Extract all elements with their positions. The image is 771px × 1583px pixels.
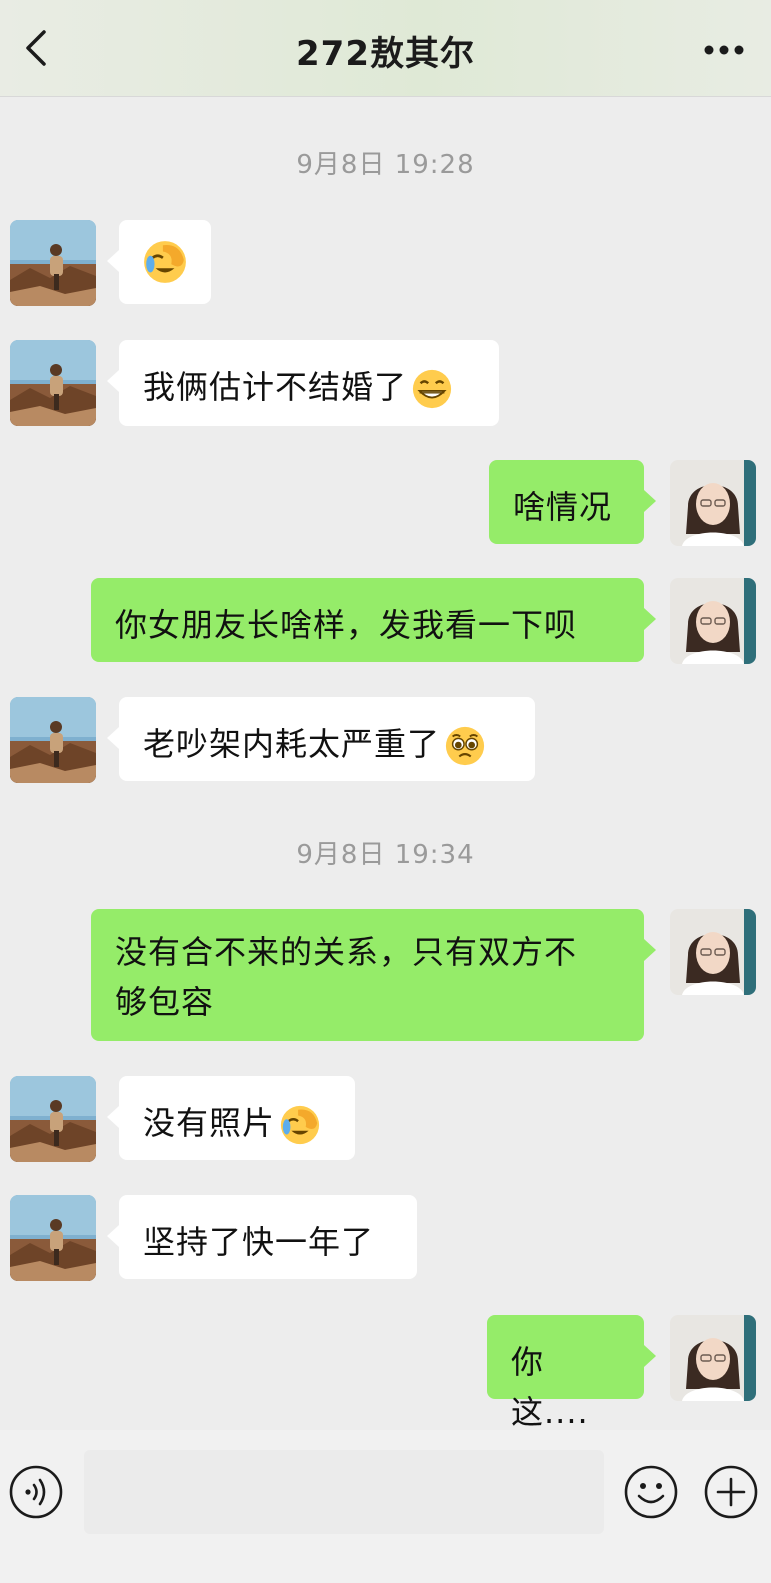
user-avatar[interactable] bbox=[670, 460, 756, 546]
message-bubble-incoming[interactable] bbox=[107, 220, 211, 304]
pleading-face-emoji bbox=[444, 725, 486, 767]
voice-icon[interactable] bbox=[8, 1464, 64, 1520]
message-text: 我俩估计不结婚了 bbox=[143, 368, 408, 406]
message-text: 你女朋友长啥样，发我看一下呗 bbox=[115, 606, 578, 644]
message-input[interactable] bbox=[84, 1450, 604, 1534]
contact-avatar[interactable] bbox=[10, 697, 96, 783]
input-bar bbox=[0, 1430, 771, 1583]
emoji-icon[interactable] bbox=[623, 1464, 679, 1520]
message-text: 你这.... bbox=[511, 1343, 589, 1431]
contact-avatar[interactable] bbox=[10, 1076, 96, 1162]
message-bubble-incoming[interactable]: 坚持了快一年了 bbox=[107, 1195, 417, 1279]
message-bubble-outgoing[interactable]: 没有合不来的关系，只有双方不 够包容 bbox=[91, 909, 656, 1041]
contact-avatar[interactable] bbox=[10, 1195, 96, 1281]
message-text: 坚持了快一年了 bbox=[143, 1223, 375, 1261]
timestamp: 9月8日 19:28 bbox=[296, 150, 475, 180]
user-avatar[interactable] bbox=[670, 1315, 756, 1401]
message-bubble-incoming[interactable]: 我俩估计不结婚了 bbox=[107, 340, 499, 426]
message-list[interactable]: 9月8日 19:28 我俩估计不结婚了 啥情况 你女朋友长啥样，发我看一下呗 老… bbox=[0, 96, 771, 1431]
message-text: 老吵架内耗太严重了 bbox=[143, 725, 441, 763]
message-text-line-2: 够包容 bbox=[115, 983, 215, 1021]
message-bubble-outgoing[interactable]: 啥情况 bbox=[489, 460, 656, 544]
chat-title: 272敖其尔 bbox=[296, 34, 475, 74]
chat-header: 272敖其尔 bbox=[0, 0, 771, 97]
facepalm-laughing-emoji bbox=[142, 239, 188, 285]
message-text: 啥情况 bbox=[513, 488, 613, 526]
grimace-grin-emoji bbox=[411, 368, 453, 410]
contact-avatar[interactable] bbox=[10, 340, 96, 426]
message-bubble-incoming[interactable]: 没有照片 bbox=[107, 1076, 355, 1160]
more-dots-icon[interactable] bbox=[703, 44, 745, 56]
plus-icon[interactable] bbox=[703, 1464, 759, 1520]
message-text: 没有照片 bbox=[143, 1104, 276, 1142]
timestamp: 9月8日 19:34 bbox=[296, 840, 475, 870]
message-bubble-outgoing[interactable]: 你女朋友长啥样，发我看一下呗 bbox=[91, 578, 656, 662]
user-avatar[interactable] bbox=[670, 578, 756, 664]
message-text-line-1: 没有合不来的关系，只有双方不 bbox=[115, 933, 578, 971]
user-avatar[interactable] bbox=[670, 909, 756, 995]
message-bubble-outgoing[interactable]: 你这.... bbox=[487, 1315, 656, 1431]
message-bubble-incoming[interactable]: 老吵架内耗太严重了 bbox=[107, 697, 535, 781]
facepalm-laughing-emoji bbox=[279, 1104, 321, 1146]
contact-avatar[interactable] bbox=[10, 220, 96, 306]
